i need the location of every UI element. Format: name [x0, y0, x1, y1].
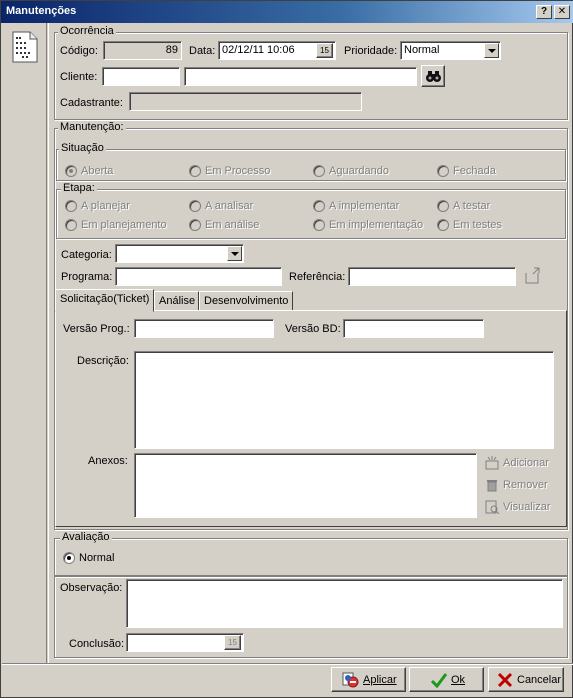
versao-prog-input[interactable]: [134, 319, 274, 338]
referencia-input[interactable]: [348, 267, 516, 286]
etapa-radio-em-implementacao[interactable]: [313, 219, 325, 231]
etapa-radio-a-planejar[interactable]: [65, 200, 77, 212]
programa-input[interactable]: [115, 267, 282, 286]
visualizar-label: Visualizar: [503, 500, 551, 513]
observacao-textarea[interactable]: [126, 579, 563, 628]
manutencoes-window: Manutenções ? ✕ Ocorrência Código: 89 Da…: [0, 0, 573, 698]
situacao-em-processo-label: Em Processo: [205, 165, 271, 177]
situacao-label: Situação: [59, 142, 106, 154]
checkmark-icon: [430, 673, 448, 688]
document-icon: [12, 31, 38, 63]
versao-bd-label: Versão BD:: [285, 323, 341, 335]
cancelar-label: Cancelar: [517, 674, 562, 686]
cancelar-button[interactable]: Cancelar: [488, 667, 564, 692]
etapa-radio-em-testes[interactable]: [437, 219, 449, 231]
programa-label: Programa:: [61, 271, 113, 283]
codigo-field: 89: [103, 41, 182, 60]
situacao-radio-fechada[interactable]: [437, 165, 449, 177]
binoculars-icon[interactable]: [421, 65, 445, 87]
prioridade-select[interactable]: Normal: [400, 41, 501, 60]
calendar-icon[interactable]: 15: [224, 635, 241, 650]
etapa-a-analisar-label: A analisar: [205, 200, 254, 212]
chevron-down-icon[interactable]: [227, 246, 242, 261]
avaliacao-normal-label: Normal: [79, 552, 115, 564]
etapa-group: [56, 189, 566, 239]
etapa-em-analise-label: Em análise: [205, 219, 260, 231]
situacao-aguardando-label: Aguardando: [329, 165, 389, 177]
cliente-code-input[interactable]: [102, 67, 180, 86]
descricao-textarea[interactable]: [134, 351, 554, 449]
tab-solicitacao[interactable]: Solicitação(Ticket): [55, 289, 154, 312]
situacao-radio-em-processo[interactable]: [189, 165, 201, 177]
anexos-list[interactable]: [134, 453, 477, 518]
versao-bd-input[interactable]: [343, 319, 484, 338]
adicionar-button[interactable]: Adicionar: [484, 456, 549, 470]
etapa-radio-a-implementar[interactable]: [313, 200, 325, 212]
left-panel-divider: [48, 23, 49, 663]
remover-button[interactable]: Remover: [484, 478, 548, 492]
conclusao-label: Conclusão:: [69, 638, 125, 650]
calendar-icon[interactable]: 15: [316, 43, 333, 58]
cadastrante-label: Cadastrante:: [60, 97, 123, 109]
versao-prog-label: Versão Prog.:: [63, 323, 130, 335]
categoria-select[interactable]: [115, 244, 244, 263]
etapa-a-implementar-label: A implementar: [329, 200, 400, 212]
window-title: Manutenções: [6, 5, 77, 17]
etapa-a-testar-label: A testar: [453, 200, 491, 212]
left-panel: [2, 23, 47, 663]
remover-label: Remover: [503, 478, 548, 491]
etapa-em-planejamento-label: Em planejamento: [81, 219, 167, 231]
prioridade-value: Normal: [404, 44, 440, 56]
etapa-radio-a-analisar[interactable]: [189, 200, 201, 212]
chevron-down-icon[interactable]: [484, 43, 499, 58]
observacao-label: Observação:: [60, 582, 123, 594]
etapa-em-testes-label: Em testes: [453, 219, 502, 231]
etapa-label: Etapa:: [61, 182, 97, 194]
ok-label: Ok: [451, 674, 466, 686]
etapa-radio-em-planejamento[interactable]: [65, 219, 77, 231]
visualizar-button[interactable]: Visualizar: [484, 500, 551, 514]
help-button[interactable]: ?: [536, 5, 552, 19]
cancel-x-icon: [497, 672, 513, 688]
cliente-name-input[interactable]: [184, 67, 417, 86]
cadastrante-field: [129, 92, 362, 111]
close-button[interactable]: ✕: [554, 5, 570, 19]
data-label: Data:: [189, 45, 216, 57]
etapa-radio-a-testar[interactable]: [437, 200, 449, 212]
tab-desenvolvimento[interactable]: Desenvolvimento: [199, 291, 293, 311]
preview-icon: [485, 500, 500, 514]
situacao-radio-aberta[interactable]: [65, 165, 77, 177]
ok-button[interactable]: Ok: [409, 667, 484, 692]
situacao-fechada-label: Fechada: [453, 165, 496, 177]
manutencao-label: Manutenção:: [58, 121, 126, 133]
aplicar-button[interactable]: Aplicar: [331, 667, 406, 692]
avaliacao-radio-normal[interactable]: [63, 552, 75, 564]
tab-analise[interactable]: Análise: [154, 291, 199, 311]
ocorrencia-label: Ocorrência: [58, 25, 116, 37]
add-attachment-icon: [485, 456, 499, 470]
situacao-radio-aguardando[interactable]: [313, 165, 325, 177]
apply-icon: [342, 672, 359, 688]
title-bar: Manutenções ? ✕: [1, 1, 573, 23]
descricao-label: Descrição:: [77, 355, 129, 367]
footer-separator-highlight: [2, 664, 573, 665]
expand-corner-icon[interactable]: [524, 267, 540, 285]
adicionar-label: Adicionar: [503, 456, 549, 469]
codigo-label: Código:: [60, 45, 98, 57]
etapa-em-implementacao-label: Em implementação: [329, 219, 424, 231]
trash-icon: [487, 480, 497, 492]
referencia-label: Referência:: [289, 271, 346, 283]
prioridade-label: Prioridade:: [344, 45, 398, 57]
anexos-label: Anexos:: [88, 455, 128, 467]
etapa-radio-em-analise[interactable]: [189, 219, 201, 231]
data-value: 02/12/11 10:06: [222, 44, 295, 56]
categoria-label: Categoria:: [61, 249, 112, 261]
situacao-aberta-label: Aberta: [81, 165, 114, 177]
aplicar-label: Aplicar: [363, 674, 397, 686]
avaliacao-label: Avaliação: [60, 531, 112, 543]
etapa-a-planejar-label: A planejar: [81, 200, 130, 212]
cliente-label: Cliente:: [60, 71, 98, 83]
avaliacao-group: [54, 538, 568, 576]
